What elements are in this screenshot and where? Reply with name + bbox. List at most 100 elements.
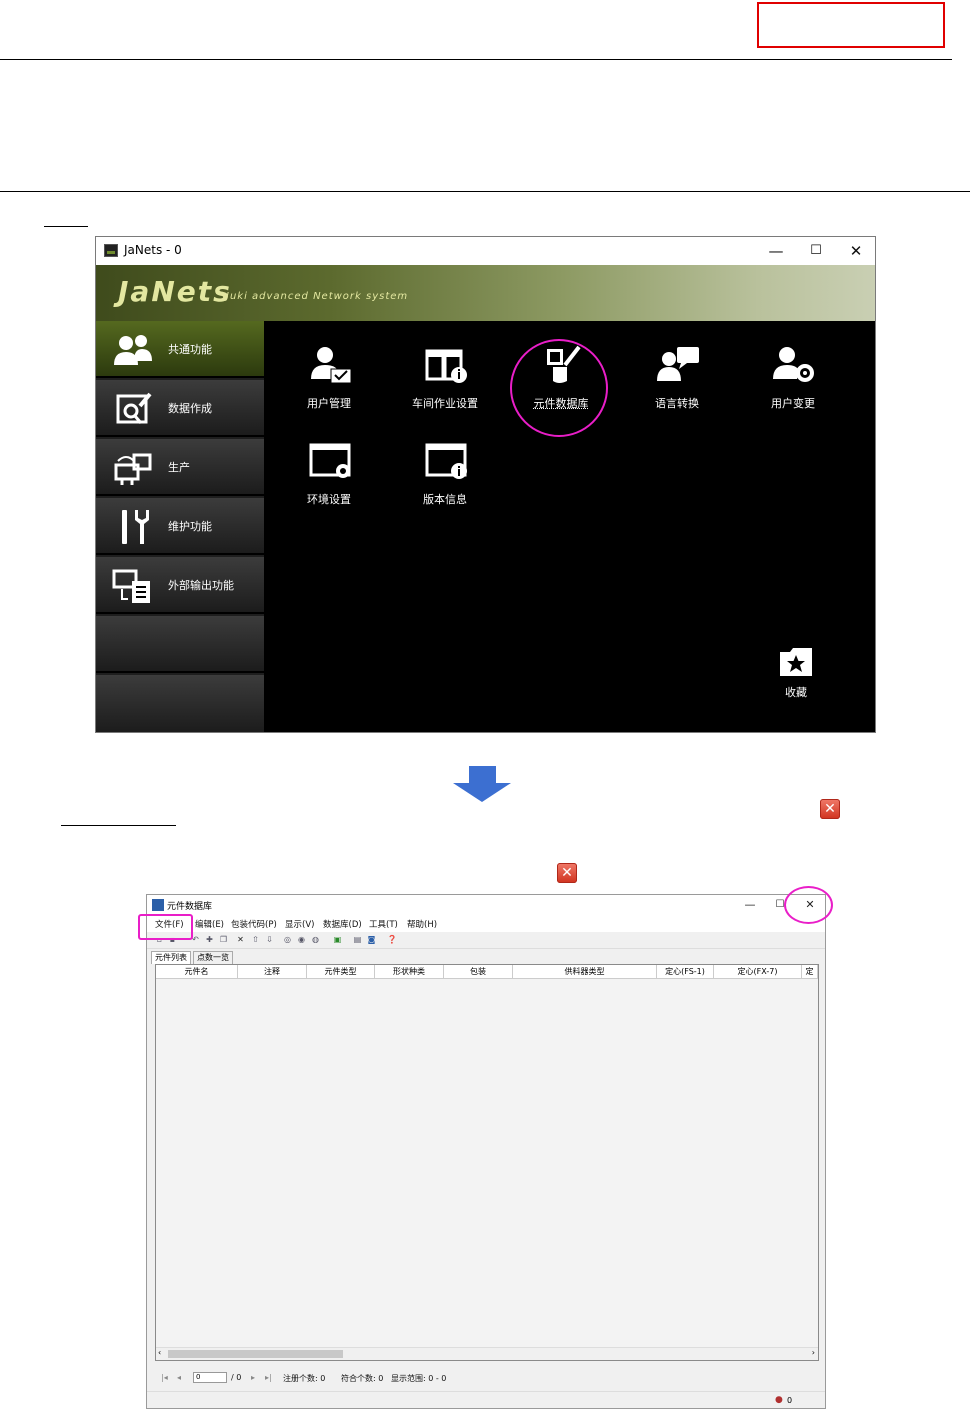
production-icon: [114, 453, 152, 485]
page-total: / 0: [231, 1373, 242, 1382]
data-create-icon: [116, 392, 152, 424]
close-button[interactable]: ✕: [836, 237, 875, 265]
find-next-icon[interactable]: ◉: [297, 935, 306, 944]
sidebar-item-empty-1: [96, 616, 264, 673]
column-header[interactable]: 元件类型: [307, 965, 375, 978]
menu-package-code[interactable]: 包装代码(P): [231, 918, 277, 930]
page-number-input[interactable]: 0: [193, 1372, 227, 1383]
find-icon[interactable]: ◎: [283, 935, 292, 944]
help-icon[interactable]: ❓: [387, 935, 397, 944]
sidebar-item-label: 生产: [168, 461, 190, 474]
column-header[interactable]: 供料器类型: [513, 965, 657, 978]
prev-page-icon[interactable]: ◂: [177, 1373, 181, 1382]
sidebar-item-external-output[interactable]: 外部输出功能: [96, 557, 264, 614]
sidebar-item-label: 数据作成: [168, 402, 212, 415]
menu-help[interactable]: 帮助(H): [407, 918, 437, 930]
column-header[interactable]: 包装: [444, 965, 513, 978]
delete-icon[interactable]: ✕: [236, 935, 245, 944]
scroll-left-icon[interactable]: ‹: [158, 1348, 161, 1357]
preview-icon[interactable]: ◙: [367, 935, 376, 944]
tile-label: 版本信息: [423, 493, 467, 506]
section-divider: [0, 191, 970, 192]
menu-edit[interactable]: 编辑(E): [195, 918, 224, 930]
header-red-box: [757, 2, 945, 48]
add-part-icon[interactable]: ✚: [205, 935, 214, 944]
export-icon[interactable]: ▣: [333, 935, 342, 944]
last-page-icon[interactable]: ▸|: [265, 1373, 272, 1382]
menu-tools[interactable]: 工具(T): [369, 918, 398, 930]
horizontal-scrollbar[interactable]: ‹ ›: [156, 1347, 818, 1360]
parts-grid[interactable]: 元件名 注释 元件类型 形状种类 包装 供料器类型 定心(FS-1) 定心(FX…: [155, 964, 819, 1361]
tile-label: 用户管理: [307, 397, 351, 410]
language-icon: [657, 347, 699, 381]
tab-points-list[interactable]: 点数一览: [193, 951, 233, 964]
column-header[interactable]: 定: [802, 965, 818, 978]
tile-label: 环境设置: [307, 493, 351, 506]
janets-app-icon: [104, 244, 118, 257]
sidebar-item-common[interactable]: 共通功能: [96, 321, 264, 378]
maximize-button[interactable]: ☐: [796, 237, 836, 265]
menu-view[interactable]: 显示(V): [285, 918, 314, 930]
tile-favorites[interactable]: 收藏: [761, 646, 831, 726]
column-header[interactable]: 定心(FS-1): [657, 965, 714, 978]
sidebar-item-data-create[interactable]: 数据作成: [96, 380, 264, 437]
sidebar-item-label: 共通功能: [168, 343, 212, 356]
tile-user-management[interactable]: 用户管理: [279, 345, 379, 425]
tile-label: 收藏: [785, 686, 807, 699]
minimize-button[interactable]: —: [735, 895, 765, 915]
menu-database[interactable]: 数据库(D): [323, 918, 362, 930]
tile-environment-settings[interactable]: 环境设置: [279, 441, 379, 521]
status-bar: ● 0: [147, 1391, 825, 1408]
scroll-right-icon[interactable]: ›: [812, 1348, 815, 1357]
user-count: 0: [787, 1396, 793, 1405]
users-icon: [114, 335, 152, 365]
tab-parts-list[interactable]: 元件列表: [151, 951, 191, 964]
sidebar-item-empty-2: [96, 675, 264, 732]
tile-label: 语言转换: [655, 397, 699, 410]
janets-banner: JaNets Juki advanced Network system: [96, 265, 875, 321]
replace-icon[interactable]: ◍: [311, 935, 320, 944]
tile-user-change[interactable]: 用户变更: [743, 345, 843, 425]
scrollbar-thumb[interactable]: [168, 1350, 343, 1358]
parts-db-toolbar: ▫ ▪ ↶ ✚ ❐ ✕ ⇧ ⇩ ◎ ◉ ◍ ▣ ▤ ◙ ❓: [147, 932, 825, 949]
display-range: 显示范围: 0 - 0: [391, 1374, 447, 1383]
highlight-circle-parts-db: [510, 339, 608, 437]
first-page-icon[interactable]: |◂: [161, 1373, 168, 1382]
tile-label: 车间作业设置: [412, 397, 478, 410]
copy-icon[interactable]: ❐: [219, 935, 228, 944]
column-header[interactable]: 形状种类: [375, 965, 444, 978]
down-arrow-icon: [453, 783, 511, 802]
column-header[interactable]: 注释: [238, 965, 307, 978]
close-x-icon: ✕: [557, 863, 577, 883]
label-underline-1: [44, 226, 88, 227]
janets-window: JaNets - 0 — ☐ ✕ JaNets Juki advanced Ne…: [95, 236, 876, 733]
registered-count: 注册个数: 0: [283, 1374, 326, 1383]
janets-tagline: Juki advanced Network system: [226, 291, 409, 302]
move-up-icon[interactable]: ⇧: [251, 935, 260, 944]
tile-workshop-settings[interactable]: 车间作业设置: [395, 345, 495, 425]
tile-version-info[interactable]: 版本信息: [395, 441, 495, 521]
move-down-icon[interactable]: ⇩: [265, 935, 274, 944]
sidebar-item-maintenance[interactable]: 维护功能: [96, 498, 264, 555]
matched-count: 符合个数: 0: [341, 1374, 384, 1383]
user-management-icon: [311, 347, 352, 384]
highlight-close-button: [784, 886, 833, 924]
next-page-icon[interactable]: ▸: [251, 1373, 255, 1382]
grid-header: 元件名 注释 元件类型 形状种类 包装 供料器类型 定心(FS-1) 定心(FX…: [156, 965, 818, 979]
header-divider: [0, 59, 952, 60]
highlight-file-menu: [138, 914, 193, 940]
column-header[interactable]: 定心(FX-7): [714, 965, 802, 978]
sidebar-item-production[interactable]: 生产: [96, 439, 264, 496]
tile-language[interactable]: 语言转换: [627, 345, 727, 425]
label-underline-2: [61, 825, 176, 826]
column-header[interactable]: 元件名: [156, 965, 238, 978]
janets-sidebar: 共通功能 数据作成 生产 维护功能 外部输出功能: [96, 321, 264, 732]
sidebar-item-label: 维护功能: [168, 520, 212, 533]
parts-db-menubar: 文件(F) 编辑(E) 包装代码(P) 显示(V) 数据库(D) 工具(T) 帮…: [147, 915, 825, 932]
user-change-icon: [773, 347, 814, 382]
tile-label: 用户变更: [771, 397, 815, 410]
parts-db-app-icon: [152, 899, 164, 911]
external-output-icon: [112, 569, 150, 603]
minimize-button[interactable]: —: [756, 237, 796, 265]
properties-icon[interactable]: ▤: [353, 935, 362, 944]
